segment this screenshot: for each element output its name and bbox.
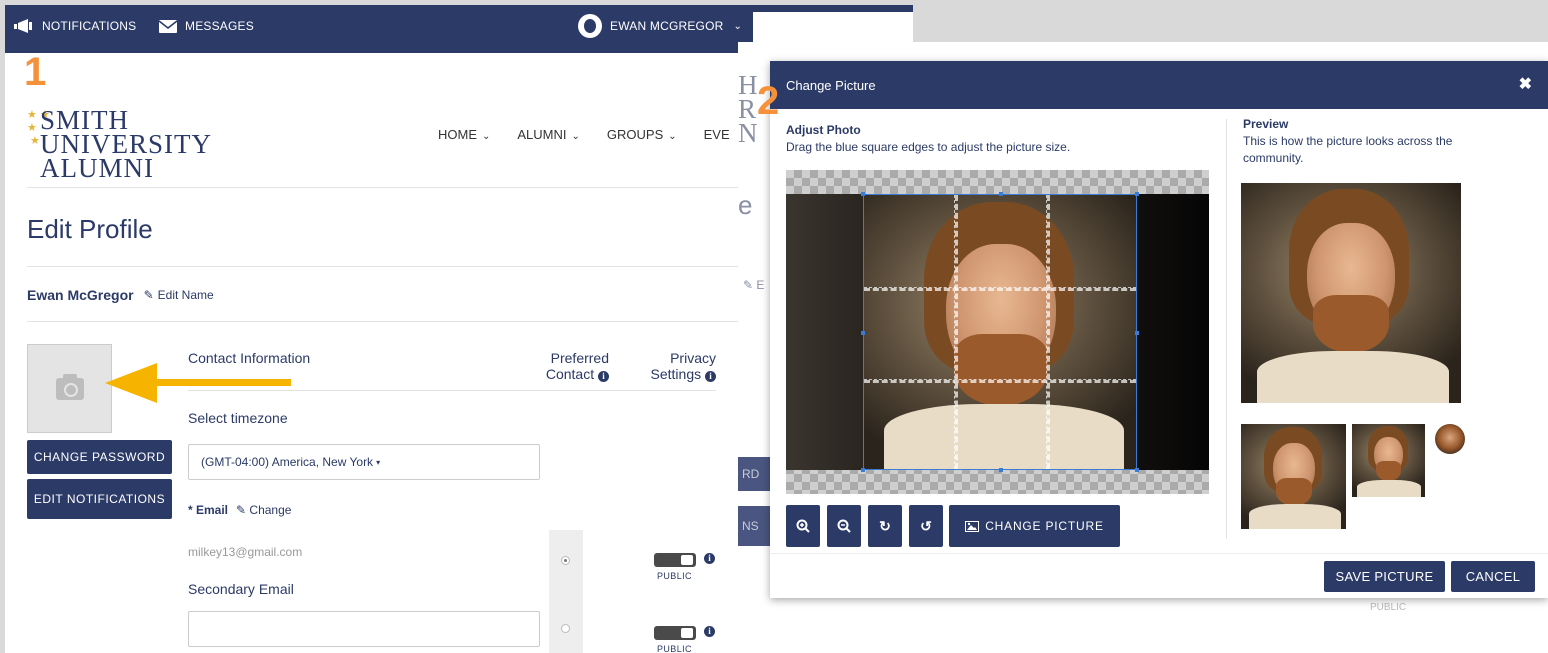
preview-small — [1352, 424, 1425, 497]
preview-medium — [1241, 424, 1346, 529]
cancel-button[interactable]: CANCEL — [1451, 561, 1535, 592]
crop-handle[interactable] — [1135, 468, 1139, 472]
rotate-left-button[interactable]: ↺ — [909, 505, 943, 547]
nav-item-groups[interactable]: GROUPS ⌄ — [607, 127, 677, 142]
nav-item-alumni[interactable]: ALUMNI ⌄ — [517, 127, 580, 142]
email-label-row: * Email ✎ Change — [188, 503, 292, 517]
email-value: milkey13@gmail.com — [188, 545, 303, 559]
university-logo: ★ ★ ★ ★ SMITH UNIVERSITY ALUMNI — [27, 105, 212, 183]
modal-footer-divider — [770, 553, 1548, 554]
envelope-icon — [159, 19, 177, 33]
notifications-label: NOTIFICATIONS — [42, 19, 137, 33]
save-picture-button[interactable]: SAVE PICTURE — [1324, 561, 1445, 592]
zoom-out-button[interactable] — [827, 505, 861, 547]
zoom-in-button[interactable] — [786, 505, 820, 547]
user-full-name: Ewan McGregor — [27, 287, 134, 303]
rotate-right-icon: ↻ — [879, 517, 891, 534]
nav-item-events[interactable]: EVE — [704, 127, 730, 142]
edit-notifications-button[interactable]: EDIT NOTIFICATIONS — [27, 479, 172, 519]
topbar-blank-area — [753, 12, 913, 44]
preview-large — [1241, 183, 1461, 403]
contact-info-heading: Contact Information — [188, 350, 311, 366]
privacy-toggle[interactable] — [654, 626, 696, 640]
user-menu[interactable]: EWAN MCGREGOR ⌄ — [578, 5, 742, 47]
change-picture-button[interactable]: CHANGE PICTURE — [949, 505, 1120, 547]
chevron-down-icon: ⌄ — [482, 131, 491, 142]
preview-text: This is how the picture looks across the… — [1243, 134, 1453, 165]
zoom-out-icon — [837, 519, 851, 533]
notifications-link[interactable]: NOTIFICATIONS — [14, 5, 136, 47]
arrow-annotation-line — [155, 379, 291, 386]
arrow-annotation-head — [105, 363, 157, 403]
crop-handle[interactable] — [861, 468, 865, 472]
crop-handle[interactable] — [861, 331, 865, 335]
modal-header: Change Picture ✖ — [770, 61, 1548, 109]
main-nav: HOME ⌄ ALUMNI ⌄ GROUPS ⌄ EVE — [438, 127, 730, 142]
zoom-in-icon — [796, 519, 810, 533]
messages-label: MESSAGES — [185, 19, 254, 33]
crop-handle[interactable] — [999, 468, 1003, 472]
chevron-down-icon: ⌄ — [668, 131, 677, 142]
preview-heading: Preview — [1243, 117, 1289, 131]
step-number-1: 1 — [24, 50, 47, 94]
preview-tiny-avatar — [1435, 424, 1465, 454]
page-title: Edit Profile — [27, 214, 153, 244]
privacy-public-label: PUBLIC — [657, 571, 692, 581]
info-icon: i — [704, 553, 715, 564]
avatar-icon — [578, 14, 602, 38]
info-icon: i — [704, 626, 715, 637]
adjust-photo-text: Drag the blue square edges to adjust the… — [786, 140, 1071, 154]
divider — [188, 390, 716, 391]
caret-down-icon: ▾ — [376, 457, 381, 467]
crop-handle[interactable] — [1135, 192, 1139, 196]
messages-link[interactable]: MESSAGES — [159, 5, 254, 47]
crop-selection-box[interactable] — [861, 192, 1139, 472]
secondary-email-label: Secondary Email — [188, 581, 294, 597]
chevron-down-icon: ⌄ — [733, 20, 743, 32]
pencil-square-icon: ✎ — [143, 288, 154, 302]
megaphone-icon — [14, 19, 32, 33]
crop-area[interactable] — [786, 170, 1209, 494]
privacy-settings-heading: Privacy Settings i — [650, 350, 716, 382]
privacy-toggle[interactable] — [654, 553, 696, 567]
modal-divider — [1226, 119, 1227, 539]
nav-item-home[interactable]: HOME ⌄ — [438, 127, 490, 142]
change-email-link[interactable]: ✎ Change — [236, 503, 291, 517]
change-password-button[interactable]: CHANGE PASSWORD — [27, 440, 172, 474]
info-icon: i — [598, 371, 609, 382]
name-row: Ewan McGregor ✎ Edit Name — [27, 287, 214, 303]
crop-handle[interactable] — [861, 192, 865, 196]
preferred-contact-radio[interactable] — [561, 556, 570, 565]
profile-photo-placeholder[interactable] — [27, 344, 112, 433]
camera-icon — [55, 373, 84, 400]
chevron-down-icon: ⌄ — [571, 131, 580, 142]
user-name-label: EWAN MCGREGOR — [610, 19, 724, 33]
preferred-contact-radio[interactable] — [561, 624, 570, 633]
info-icon: i — [705, 371, 716, 382]
privacy-public-label: PUBLIC — [657, 644, 692, 653]
timezone-select[interactable]: (GMT-04:00) America, New York ▾ — [188, 444, 540, 480]
modal-title: Change Picture — [786, 78, 876, 93]
step-number-2: 2 — [757, 79, 780, 123]
crop-handle[interactable] — [1135, 331, 1139, 335]
preferred-contact-column — [549, 530, 583, 653]
timezone-label: Select timezone — [188, 410, 288, 426]
preferred-contact-heading: Preferred Contact i — [545, 350, 609, 382]
rotate-right-button[interactable]: ↻ — [868, 505, 902, 547]
crop-handle[interactable] — [999, 192, 1003, 196]
change-picture-modal: Change Picture ✖ Adjust Photo Drag the b… — [770, 61, 1548, 598]
secondary-email-input[interactable] — [188, 611, 540, 647]
image-icon — [965, 520, 980, 532]
rotate-left-icon: ↺ — [920, 517, 932, 534]
close-icon[interactable]: ✖ — [1519, 74, 1532, 94]
edit-name-link[interactable]: ✎ Edit Name — [144, 288, 214, 302]
adjust-photo-heading: Adjust Photo — [786, 123, 861, 137]
